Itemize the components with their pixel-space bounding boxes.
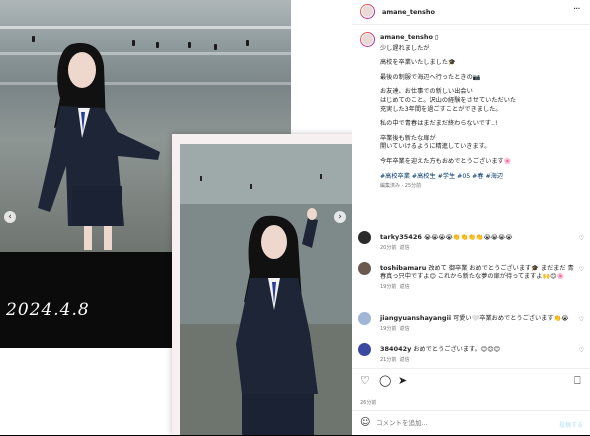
heart-icon[interactable]: ♡	[579, 235, 584, 242]
action-bar: ♡ ◯ ➤ ⎕ 26分前	[352, 368, 590, 406]
comment-username[interactable]: jiangyuanshayangii	[380, 314, 451, 322]
polaroid-photo	[172, 134, 352, 435]
heart-icon[interactable]: ♡	[579, 266, 584, 273]
header-username[interactable]: amane_tensho	[382, 8, 435, 16]
reply-button[interactable]: 返信	[400, 357, 410, 363]
post-media: 2024.4.8 ‹ ›	[0, 0, 352, 435]
caption-line: 充実した3年間を過ごすことができました。	[380, 105, 502, 113]
reply-button[interactable]: 返信	[400, 326, 410, 332]
comment-text: おめでとうございます。😊😊😊	[413, 346, 501, 353]
comment-time: 21分前	[380, 357, 397, 363]
comment-body: jiangyuanshayangii 可愛い🤍卒業おめでとうございます👏😭 19…	[380, 314, 578, 333]
caption-username[interactable]: amane_tensho	[380, 33, 433, 41]
reply-button[interactable]: 返信	[400, 245, 410, 251]
comment-time: 19分前	[380, 284, 397, 290]
comment-text: 😭😭😭😭👏👏👏👏😭😭😭😭	[423, 234, 513, 241]
verified-icon: ▯	[434, 34, 439, 41]
caption-meta: 編集済み · 25分前	[380, 183, 422, 190]
date-overlay: 2024.4.8	[6, 300, 90, 320]
schoolgirl-figure	[38, 42, 160, 250]
comment-text: 可愛い🤍卒業おめでとうございます👏😭	[453, 315, 569, 322]
caption-line: 最後の制服で海辺へ行ったときの📷	[380, 73, 481, 81]
comment-avatar[interactable]	[358, 343, 371, 356]
caption-line: 高校を卒業いたしました🎓	[380, 59, 456, 67]
heart-icon[interactable]: ♡	[579, 316, 584, 323]
schoolgirl-figure-2	[180, 144, 352, 435]
caption: amane_tensho ▯ 少し遅れましたが 高校を卒業いたしました🎓 最後の…	[380, 33, 585, 197]
comment-body: tarky35426 😭😭😭😭👏👏👏👏😭😭😭😭 20分前 返信	[380, 233, 578, 252]
comment: tarky35426 😭😭😭😭👏👏👏👏😭😭😭😭 20分前 返信 ♡	[358, 231, 584, 253]
caption-line: 少し遅れましたが	[380, 44, 430, 52]
comment: 384042y おめでとうございます。😊😊😊 21分前 返信 ♡	[358, 343, 584, 365]
surfer	[188, 42, 191, 48]
post-side-panel: amane_tensho ··· amane_tensho ▯ 少し遅れましたが…	[352, 0, 590, 435]
wave	[0, 26, 291, 29]
comment-time: 19分前	[380, 326, 397, 332]
comment-username[interactable]: 384042y	[380, 345, 411, 353]
comment-username[interactable]: tarky35426	[380, 233, 422, 241]
comment-username[interactable]: toshibamaru	[380, 264, 426, 272]
comment: toshibamaru 改めて 御卒業 おめでとうございます🎓 まだまだ 青春真…	[358, 262, 584, 306]
caption-line: お友達、お仕事での新しい出会い	[380, 88, 473, 96]
comment: jiangyuanshayangii 可愛い🤍卒業おめでとうございます👏😭 19…	[358, 312, 584, 334]
avatar[interactable]	[360, 4, 375, 19]
polaroid-image	[180, 144, 352, 435]
prev-arrow-icon[interactable]: ‹	[4, 211, 16, 223]
caption-line: 開いていけるように精進していきます。	[380, 143, 491, 151]
comment-avatar[interactable]	[358, 231, 371, 244]
post-time: 26分前	[360, 400, 377, 406]
comment-body: toshibamaru 改めて 御卒業 おめでとうございます🎓 まだまだ 青春真…	[380, 264, 578, 291]
post-header: amane_tensho ···	[352, 0, 590, 25]
more-icon[interactable]: ···	[573, 4, 580, 15]
comment-bubble-icon[interactable]: ◯	[379, 374, 391, 387]
surfer	[246, 40, 249, 46]
emoji-icon[interactable]: ☺	[360, 417, 370, 428]
next-arrow-icon[interactable]: ›	[334, 211, 346, 223]
caption-line: 私の中で青春はまだまだ終わらないです..!	[380, 120, 498, 128]
comment-avatar[interactable]	[358, 312, 371, 325]
comment-avatar[interactable]	[358, 262, 371, 275]
add-comment-bar: ☺ 投稿する	[352, 410, 590, 436]
hashtags[interactable]: #高校卒業 #高校生 #学生 #05 #春 #海辺	[380, 173, 503, 180]
comment-body: 384042y おめでとうございます。😊😊😊 21分前 返信	[380, 345, 578, 364]
caption-line: はじめてのこと。沢山の経験をさせていただいた	[380, 96, 517, 104]
like-heart-icon[interactable]: ♡	[360, 374, 370, 387]
heart-icon[interactable]: ♡	[579, 347, 584, 354]
caption-avatar[interactable]	[360, 32, 375, 47]
reply-button[interactable]: 返信	[400, 284, 410, 290]
comment-time: 20分前	[380, 245, 397, 251]
comment-input[interactable]	[376, 417, 536, 429]
caption-line: 卒業後も新たな扉が	[380, 134, 436, 142]
caption-line: 今年卒業を迎えた方もおめでとうございます🌸	[380, 157, 512, 165]
surfer	[214, 44, 217, 50]
post-button[interactable]: 投稿する	[559, 420, 583, 429]
bookmark-icon[interactable]: ⎕	[574, 374, 581, 388]
share-icon[interactable]: ➤	[398, 374, 407, 387]
